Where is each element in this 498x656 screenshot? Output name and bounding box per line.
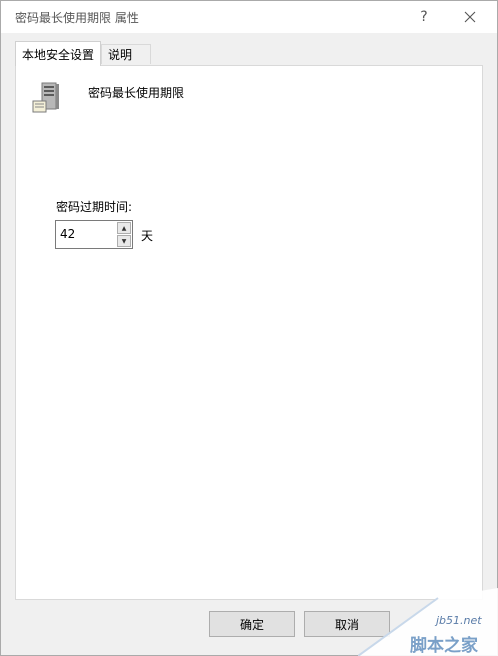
expiry-days-stepper[interactable]: 42 ▲ ▼ [55,220,133,249]
watermark-url: jb51.net [436,614,482,627]
properties-dialog: 密码最长使用期限 属性 ? 本地安全设置 说明 密码最长使用期限 密码过期时间:… [0,0,498,656]
chevron-down-icon: ▼ [121,237,127,245]
tab-panel: 密码最长使用期限 密码过期时间: 42 ▲ ▼ 天 [15,65,483,600]
tab-label: 本地安全设置 [22,47,95,62]
tab-label: 说明 [108,48,133,62]
decrement-button[interactable]: ▼ [117,235,131,247]
expiry-days-value[interactable]: 42 [60,227,75,241]
close-icon [464,11,476,23]
unit-label: 天 [141,229,154,243]
ok-button[interactable]: 确定 [209,611,295,637]
tab-strip: 本地安全设置 说明 [15,41,485,66]
tab-explain[interactable]: 说明 [101,44,151,64]
chevron-up-icon: ▲ [121,224,127,232]
watermark: jb51.net 脚本之家 [358,588,498,656]
increment-button[interactable]: ▲ [117,222,131,234]
title-bar: 密码最长使用期限 属性 ? [1,1,497,33]
cancel-button-label: 取消 [334,617,359,632]
ok-button-label: 确定 [239,617,264,632]
help-button[interactable]: ? [401,1,447,33]
close-button[interactable] [447,1,493,33]
tab-local-security-setting[interactable]: 本地安全设置 [15,41,101,66]
server-icon [32,82,59,113]
watermark-site-name: 脚本之家 [410,636,478,656]
field-label: 密码过期时间: [56,200,133,214]
policy-name: 密码最长使用期限 [88,86,185,100]
help-icon: ? [420,9,428,25]
window-title: 密码最长使用期限 属性 [15,11,139,25]
